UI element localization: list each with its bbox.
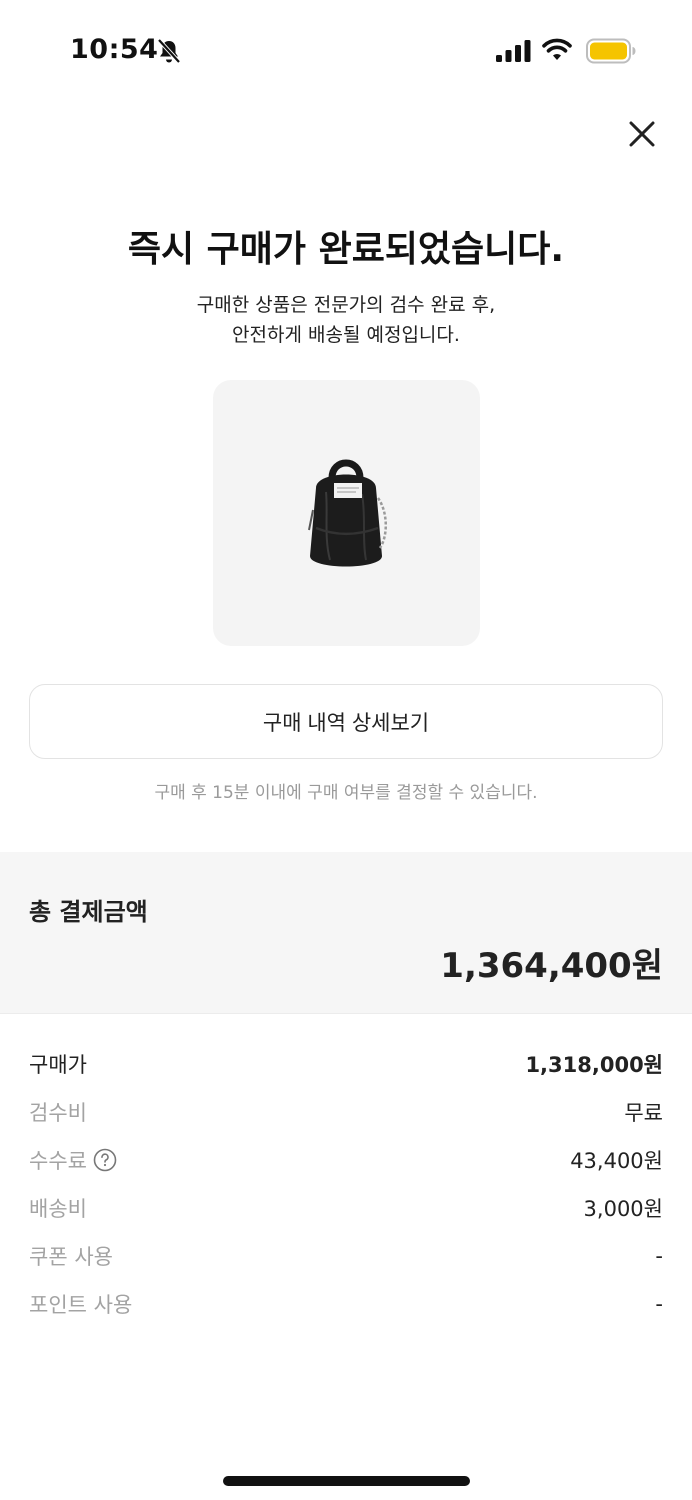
commission-value: 43,400원 (570, 1149, 663, 1173)
confirmation-subtitle: 구매한 상품은 전문가의 검수 완료 후, 안전하게 배송될 예정입니다. (0, 290, 692, 350)
backpack-image (308, 459, 387, 567)
signal-icon (496, 40, 531, 62)
commission-label: 수수료 (29, 1149, 87, 1173)
coupon-label: 쿠폰 사용 (29, 1245, 113, 1269)
battery-icon (586, 38, 636, 64)
bell-muted-icon (157, 38, 181, 64)
shipping-fee-value: 3,000원 (583, 1197, 663, 1221)
close-icon[interactable] (624, 116, 660, 152)
status-time: 10:54 (70, 34, 159, 65)
subtitle-line-1: 구매한 상품은 전문가의 검수 완료 후, (196, 294, 496, 316)
total-payment-amount: 1,364,400원 (440, 946, 663, 986)
wifi-icon (542, 38, 572, 60)
breakdown-row-points: 포인트 사용 - (29, 1280, 663, 1328)
breakdown-row-coupon: 쿠폰 사용 - (29, 1232, 663, 1280)
commission-label-wrap: 수수료 (29, 1145, 117, 1175)
shipping-fee-label: 배송비 (29, 1197, 87, 1221)
coupon-value: - (655, 1244, 663, 1268)
breakdown-row-commission: 수수료 43,400원 (29, 1136, 663, 1184)
status-bar: 10:54 (0, 0, 692, 100)
inspection-fee-label: 검수비 (29, 1101, 87, 1125)
inspection-fee-value: 무료 (624, 1101, 663, 1125)
total-payment-section: 총 결제금액 1,364,400원 (0, 852, 692, 1014)
purchase-price-value: 1,318,000원 (525, 1053, 663, 1077)
points-value: - (655, 1292, 663, 1316)
question-mark-icon[interactable] (93, 1148, 117, 1172)
product-card (213, 380, 480, 646)
subtitle-line-2: 안전하게 배송될 예정입니다. (232, 324, 460, 346)
purchase-price-label: 구매가 (29, 1053, 87, 1077)
points-label: 포인트 사용 (29, 1293, 133, 1317)
cancellation-notice: 구매 후 15분 이내에 구매 여부를 결정할 수 있습니다. (154, 783, 538, 803)
breakdown-row-shipping-fee: 배송비 3,000원 (29, 1184, 663, 1232)
home-indicator[interactable] (223, 1476, 470, 1486)
breakdown-row-purchase-price: 구매가 1,318,000원 (29, 1040, 663, 1088)
price-breakdown: 구매가 1,318,000원 검수비 무료 수수료 43,400원 배송비 3,… (29, 1040, 663, 1328)
order-detail-button[interactable]: 구매 내역 상세보기 (29, 684, 663, 759)
page-title: 즉시 구매가 완료되었습니다. (127, 229, 565, 270)
breakdown-row-inspection-fee: 검수비 무료 (29, 1088, 663, 1136)
total-payment-label: 총 결제금액 (29, 898, 148, 926)
